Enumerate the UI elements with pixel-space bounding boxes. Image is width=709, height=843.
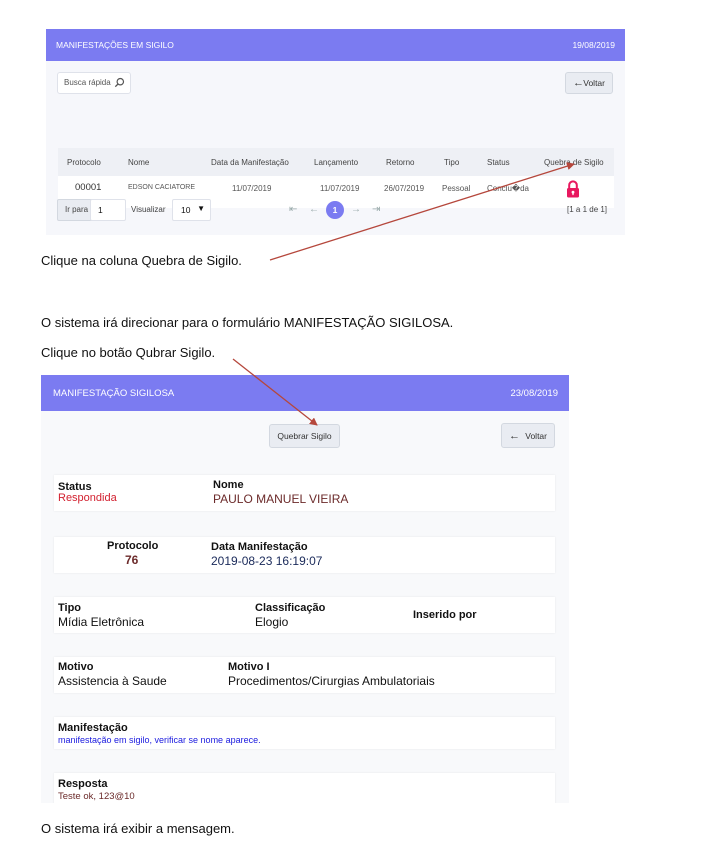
arrow-to-lock [269,162,575,261]
annotation-arrows [232,162,575,426]
arrow-to-quebrar-button [232,358,318,426]
